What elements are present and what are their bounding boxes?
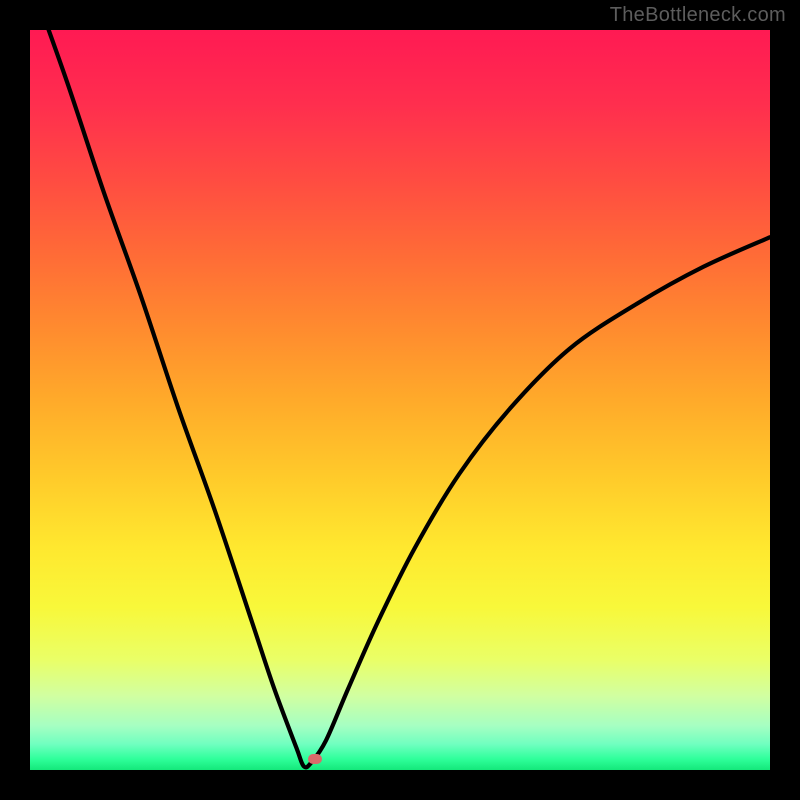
watermark-text: TheBottleneck.com <box>610 4 786 27</box>
bottleneck-curve <box>30 30 770 770</box>
optimum-marker <box>308 754 322 764</box>
chart-frame: TheBottleneck.com <box>0 0 800 800</box>
plot-area <box>30 30 770 770</box>
